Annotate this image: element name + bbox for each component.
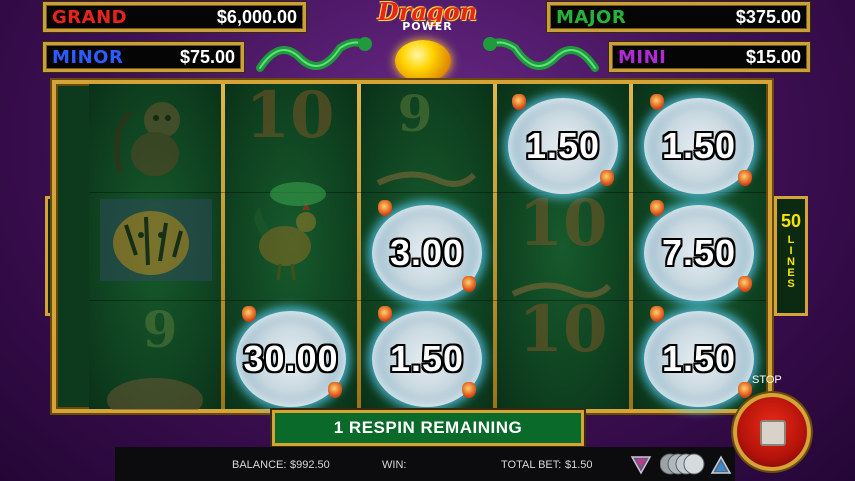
tiger-icon <box>100 199 212 281</box>
lantern-icon <box>600 170 614 186</box>
cash-orb-value: 1.50 <box>661 125 737 166</box>
balance-label: BALANCE: <box>232 459 287 471</box>
dragon-pearl-icon <box>395 40 451 82</box>
respin-banner-text: 1 RESPIN REMAINING <box>333 418 523 437</box>
cash-orb-value: 7.50 <box>661 232 737 273</box>
lantern-icon <box>242 306 256 322</box>
cash-orb-value: 1.50 <box>661 338 737 379</box>
koi-icon <box>376 171 477 187</box>
reel-divider <box>493 84 497 409</box>
lantern-icon <box>512 94 526 110</box>
jackpot-major-label: MAJOR <box>556 6 627 28</box>
dragon-left-icon <box>256 37 372 72</box>
jackpot-major-value: $375.00 <box>735 6 801 27</box>
stop-square-icon <box>760 420 786 446</box>
symbol-nine: 9 <box>397 84 433 143</box>
jackpot-mini-value: $15.00 <box>745 46 801 67</box>
panda-icon <box>107 378 203 410</box>
lantern-icon <box>738 382 752 398</box>
jackpot-minor-label: MINOR <box>52 46 124 68</box>
jackpot-minor-value: $75.00 <box>179 46 235 67</box>
rooster-icon <box>254 202 316 281</box>
lantern-icon <box>328 382 342 398</box>
dragon-right-icon <box>483 37 599 72</box>
cash-orb-value: 3.00 <box>389 232 465 273</box>
symbol-ten: 10 <box>518 292 608 367</box>
monkey-icon <box>113 102 180 176</box>
symbol-nine: 9 <box>142 300 178 359</box>
reel-divider <box>221 84 225 409</box>
lines-badge-right: 50 LINES <box>774 196 808 316</box>
lantern-icon <box>738 276 752 292</box>
cash-orb-value: 1.50 <box>389 338 465 379</box>
total-bet-label: TOTAL BET: <box>501 459 562 471</box>
stop-button[interactable] <box>733 393 811 471</box>
lines-word: LINES <box>785 234 797 289</box>
jackpot-minor: MINOR $75.00 <box>43 42 244 72</box>
lantern-icon <box>738 170 752 186</box>
cash-orb-value: 30.00 <box>243 338 339 379</box>
lantern-icon <box>650 200 664 216</box>
win-label: WIN: <box>382 459 407 471</box>
symbol-ten: 10 <box>245 78 335 153</box>
reel-divider <box>357 84 361 409</box>
symbol-ten: 10 <box>518 186 608 261</box>
bet-decrease-icon[interactable] <box>630 455 652 475</box>
lantern-icon <box>378 200 392 216</box>
coin-stack-icon[interactable] <box>660 452 706 476</box>
respin-banner: 1 RESPIN REMAINING <box>272 410 584 446</box>
lantern-icon <box>650 94 664 110</box>
bet-increase-icon[interactable] <box>710 455 732 475</box>
cash-orb-value: 1.50 <box>525 125 601 166</box>
jackpot-mini: MINI $15.00 <box>609 42 810 72</box>
stop-label: STOP <box>752 374 782 386</box>
lantern-icon <box>462 276 476 292</box>
balance-value: $992.50 <box>290 459 330 471</box>
green-bowl-icon <box>270 182 326 206</box>
jackpot-grand-label: GRAND <box>52 6 128 28</box>
jackpot-grand-value: $6,000.00 <box>216 6 297 27</box>
total-bet-value: $1.50 <box>565 459 593 471</box>
lantern-icon <box>462 382 476 398</box>
game-logo-subtitle: POWER <box>402 20 453 33</box>
lines-count: 50 <box>780 211 802 231</box>
reel-divider <box>629 84 633 409</box>
lantern-icon <box>378 306 392 322</box>
jackpot-mini-label: MINI <box>618 46 667 68</box>
lantern-icon <box>650 306 664 322</box>
